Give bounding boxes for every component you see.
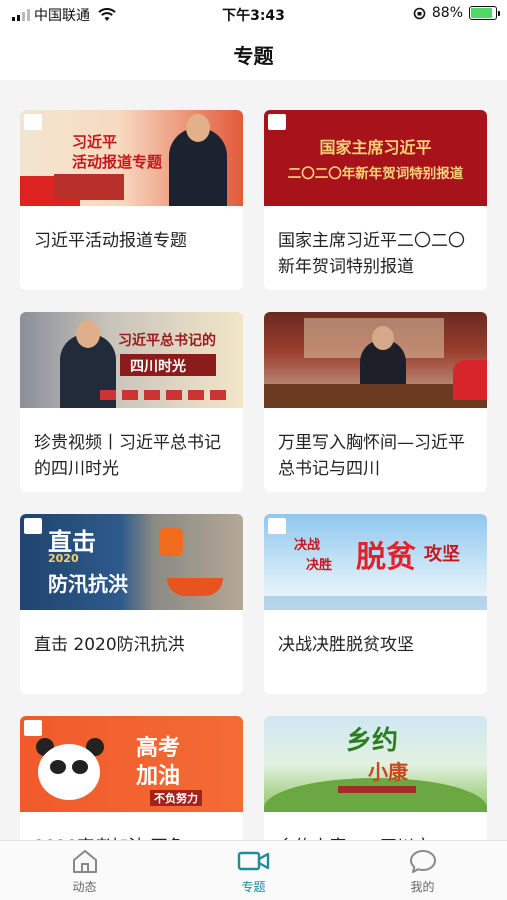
topic-title: 珍贵视频丨习近平总书记的四川时光 bbox=[34, 433, 221, 479]
topic-title: 乡约小康——四川广 bbox=[264, 812, 487, 840]
banner-strip bbox=[338, 786, 416, 793]
tab-label: 动态 bbox=[72, 880, 97, 894]
boat-graphic bbox=[167, 578, 223, 596]
topic-title: 万里写入胸怀间—习近平总书记与四川 bbox=[278, 433, 465, 479]
topic-thumbnail: 直击 2020 防汛抗洪 bbox=[20, 514, 243, 610]
topic-title: 2020高考加油 不负 bbox=[20, 812, 243, 840]
topic-list[interactable]: 习近平 活动报道专题 习近平活动报道专题 国家主席习近平 二〇二〇年新年贺词特别… bbox=[0, 80, 507, 840]
battery-icon bbox=[469, 6, 500, 20]
thumbnail-line: 习近平总书记的 bbox=[118, 333, 216, 349]
channel-logo-icon bbox=[268, 518, 286, 534]
tab-label: 专题 bbox=[241, 880, 266, 894]
topic-thumbnail: 决战 决胜 脱贫 攻坚 bbox=[264, 514, 487, 610]
person-photo bbox=[169, 114, 227, 206]
topic-thumbnail: 习近平总书记的 四川时光 bbox=[20, 312, 243, 408]
channel-logo-icon bbox=[24, 114, 42, 130]
thumbnail-text: 习近平 活动报道专题 bbox=[72, 132, 162, 172]
thumbnail-line: 乡约 bbox=[346, 726, 399, 756]
topic-thumbnail: 习近平 活动报道专题 bbox=[20, 110, 243, 206]
topic-grid: 习近平 活动报道专题 习近平活动报道专题 国家主席习近平 二〇二〇年新年贺词特别… bbox=[20, 110, 487, 840]
tab-label: 我的 bbox=[410, 880, 435, 894]
banner-strip bbox=[264, 596, 487, 610]
topic-title: 直击 2020防汛抗洪 bbox=[34, 635, 185, 655]
topic-thumbnail: 乡约 小康 bbox=[264, 716, 487, 812]
channel-logo-icon bbox=[24, 720, 42, 736]
rescuer-graphic bbox=[159, 528, 183, 556]
page-title: 专题 bbox=[233, 43, 274, 68]
topic-title: 国家主席习近平二〇二〇新年贺词特别报道 bbox=[278, 231, 465, 277]
timeline-graphic bbox=[100, 390, 230, 400]
flowers-graphic bbox=[453, 360, 487, 400]
tab-mine[interactable]: 我的 bbox=[338, 841, 507, 900]
tiananmen-graphic bbox=[54, 174, 124, 200]
person-photo bbox=[360, 326, 406, 388]
thumbnail-line: 2020 bbox=[48, 552, 79, 565]
thumbnail-line: 国家主席习近平 bbox=[319, 138, 432, 157]
topic-thumbnail bbox=[264, 312, 487, 408]
thumbnail-line: 攻坚 bbox=[424, 544, 460, 565]
topic-card[interactable]: 决战 决胜 脱贫 攻坚 决战决胜脱贫攻坚 bbox=[264, 514, 487, 694]
tab-dynamics[interactable]: 动态 bbox=[0, 841, 169, 900]
topic-card[interactable]: 国家主席习近平 二〇二〇年新年贺词特别报道 国家主席习近平二〇二〇新年贺词特别报… bbox=[264, 110, 487, 290]
home-icon bbox=[72, 850, 97, 873]
topic-card[interactable]: 直击 2020 防汛抗洪 直击 2020防汛抗洪 bbox=[20, 514, 243, 694]
topic-thumbnail: 高考 加油 不负努力 bbox=[20, 716, 243, 812]
thumbnail-line: 决战 bbox=[294, 538, 321, 553]
status-right: 88% bbox=[413, 5, 500, 21]
thumbnail-line: 四川时光 bbox=[130, 359, 186, 375]
topic-title: 决战决胜脱贫攻坚 bbox=[278, 635, 414, 655]
topic-card[interactable]: 习近平 活动报道专题 习近平活动报道专题 bbox=[20, 110, 243, 290]
thumbnail-line: 不负努力 bbox=[150, 790, 202, 806]
rotation-lock-icon bbox=[413, 7, 426, 19]
battery-percent: 88% bbox=[431, 5, 463, 21]
thumbnail-line: 小康 bbox=[368, 760, 408, 784]
video-camera-icon bbox=[237, 851, 269, 871]
chat-bubble-icon bbox=[409, 850, 436, 873]
tab-topics[interactable]: 专题 bbox=[169, 841, 338, 900]
nav-header: 专题 bbox=[0, 28, 507, 80]
thumbnail-line: 加油 bbox=[136, 764, 181, 789]
topic-card[interactable]: 万里写入胸怀间—习近平总书记与四川 bbox=[264, 312, 487, 492]
channel-logo-icon bbox=[268, 114, 286, 130]
topic-title: 习近平活动报道专题 bbox=[34, 231, 187, 251]
topic-card[interactable]: 习近平总书记的 四川时光 珍贵视频丨习近平总书记的四川时光 bbox=[20, 312, 243, 492]
topic-card[interactable]: 乡约 小康 乡约小康——四川广 bbox=[264, 716, 487, 840]
thumbnail-line: 活动报道专题 bbox=[72, 153, 163, 171]
topic-thumbnail: 国家主席习近平 二〇二〇年新年贺词特别报道 bbox=[264, 110, 487, 206]
thumbnail-line: 习近平 bbox=[72, 133, 118, 151]
thumbnail-line: 脱贫 bbox=[356, 540, 416, 575]
channel-logo-icon bbox=[24, 518, 42, 534]
panda-icon bbox=[38, 744, 100, 800]
status-bar: 中国联通 下午3:43 88% bbox=[0, 0, 507, 28]
thumbnail-line: 决胜 bbox=[306, 558, 333, 573]
thumbnail-line: 防汛抗洪 bbox=[48, 572, 128, 596]
topic-card[interactable]: 高考 加油 不负努力 2020高考加油 不负 bbox=[20, 716, 243, 840]
thumbnail-line: 二〇二〇年新年贺词特别报道 bbox=[287, 166, 464, 182]
tab-bar: 动态 专题 我的 bbox=[0, 840, 507, 900]
